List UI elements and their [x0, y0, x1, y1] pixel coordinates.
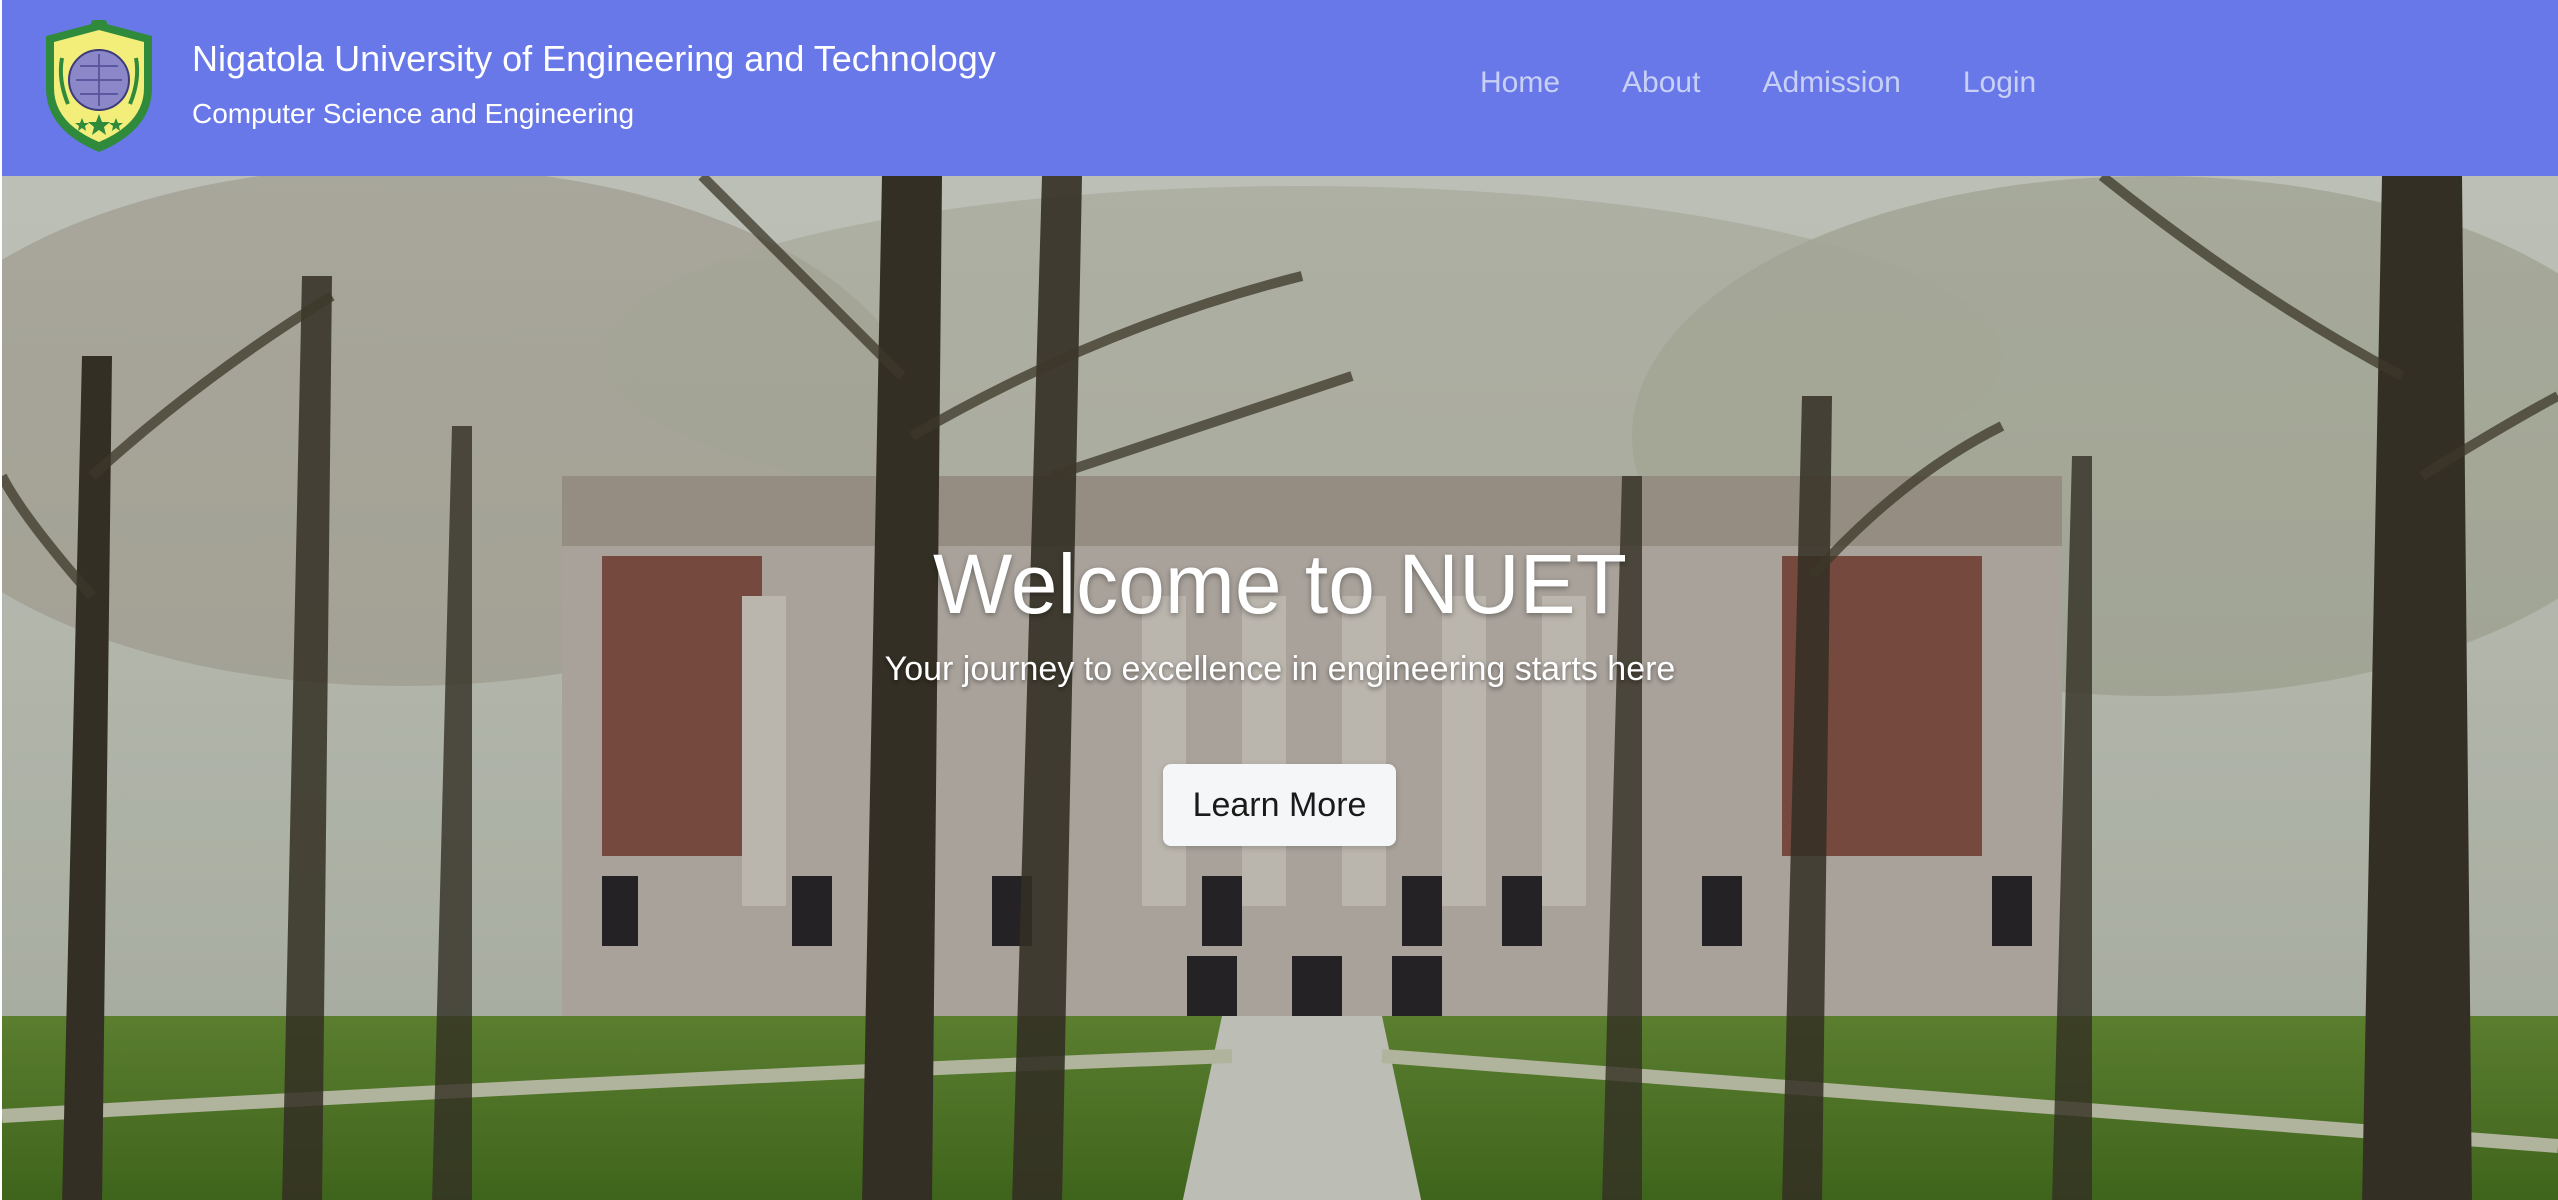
site-header: Nigatola University of Engineering and T… — [2, 0, 2558, 176]
hero-title: Welcome to NUET — [933, 537, 1627, 631]
main-nav: Home About Admission Login — [1480, 66, 2036, 100]
hero-section: Welcome to NUET Your journey to excellen… — [2, 176, 2558, 1200]
nav-link-admission[interactable]: Admission — [1762, 66, 1900, 100]
nav-link-login[interactable]: Login — [1963, 66, 2036, 100]
hero-subtitle: Your journey to excellence in engineerin… — [884, 650, 1676, 688]
university-name: Nigatola University of Engineering and T… — [192, 38, 996, 79]
university-crest-icon[interactable] — [34, 18, 164, 156]
learn-more-button[interactable]: Learn More — [1163, 764, 1396, 846]
nav-link-home[interactable]: Home — [1480, 66, 1560, 100]
department-name: Computer Science and Engineering — [192, 98, 635, 129]
page: Nigatola University of Engineering and T… — [0, 0, 2558, 1200]
nav-link-about[interactable]: About — [1622, 66, 1700, 100]
